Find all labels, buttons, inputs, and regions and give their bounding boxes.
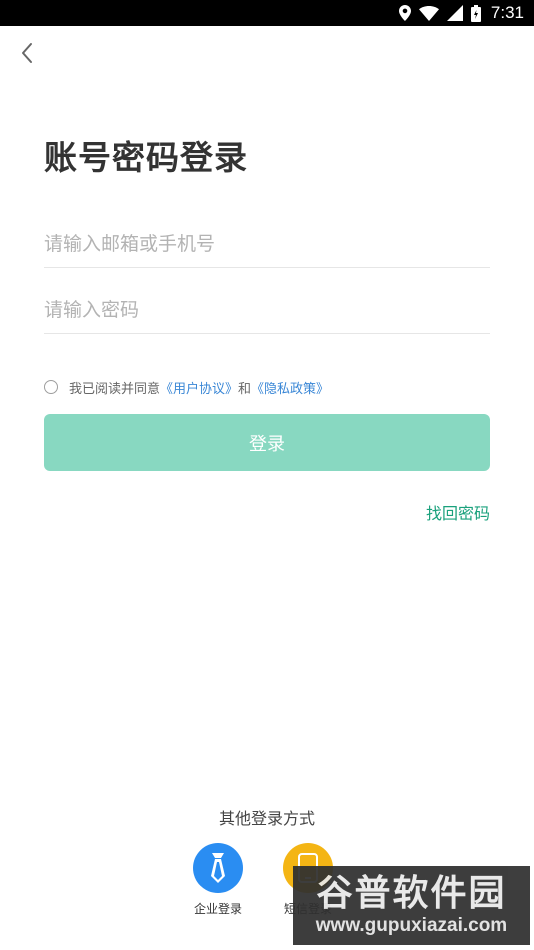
back-button[interactable] [14, 40, 40, 66]
other-login-title: 其他登录方式 [218, 809, 315, 828]
agreement-conjunction: 和 [238, 381, 252, 397]
battery-icon [470, 4, 481, 22]
privacy-policy-link[interactable]: 《隐私政策》 [251, 378, 329, 397]
enterprise-login-circle [193, 843, 243, 893]
watermark: 谷普软件园 www.gupuxiazai.com [293, 866, 530, 945]
watermark-title: 谷普软件园 [316, 872, 507, 914]
login-button[interactable]: 登录 [44, 414, 490, 471]
agreement-row: 我已阅读并同意 《用户协议》 和 《隐私政策》 [44, 377, 329, 397]
account-input[interactable] [44, 220, 490, 268]
agreement-prefix: 我已阅读并同意 [69, 381, 161, 397]
wifi-icon [418, 5, 439, 21]
agreement-checkbox[interactable] [44, 380, 58, 394]
user-agreement-link[interactable]: 《用户协议》 [160, 378, 238, 397]
location-icon [398, 5, 411, 21]
status-time: 7:31 [490, 3, 524, 22]
tie-icon [211, 853, 225, 883]
password-input[interactable] [44, 286, 490, 334]
status-bar: 7:31 [0, 0, 534, 26]
watermark-url: www.gupuxiazai.com [315, 914, 508, 936]
enterprise-login-button[interactable]: 企业登录 [178, 843, 258, 917]
forgot-password-link[interactable]: 找回密码 [426, 500, 490, 524]
signal-icon [446, 5, 463, 21]
enterprise-login-label: 企业登录 [193, 902, 242, 916]
chevron-left-icon [22, 43, 32, 63]
page-title: 账号密码登录 [44, 138, 248, 177]
